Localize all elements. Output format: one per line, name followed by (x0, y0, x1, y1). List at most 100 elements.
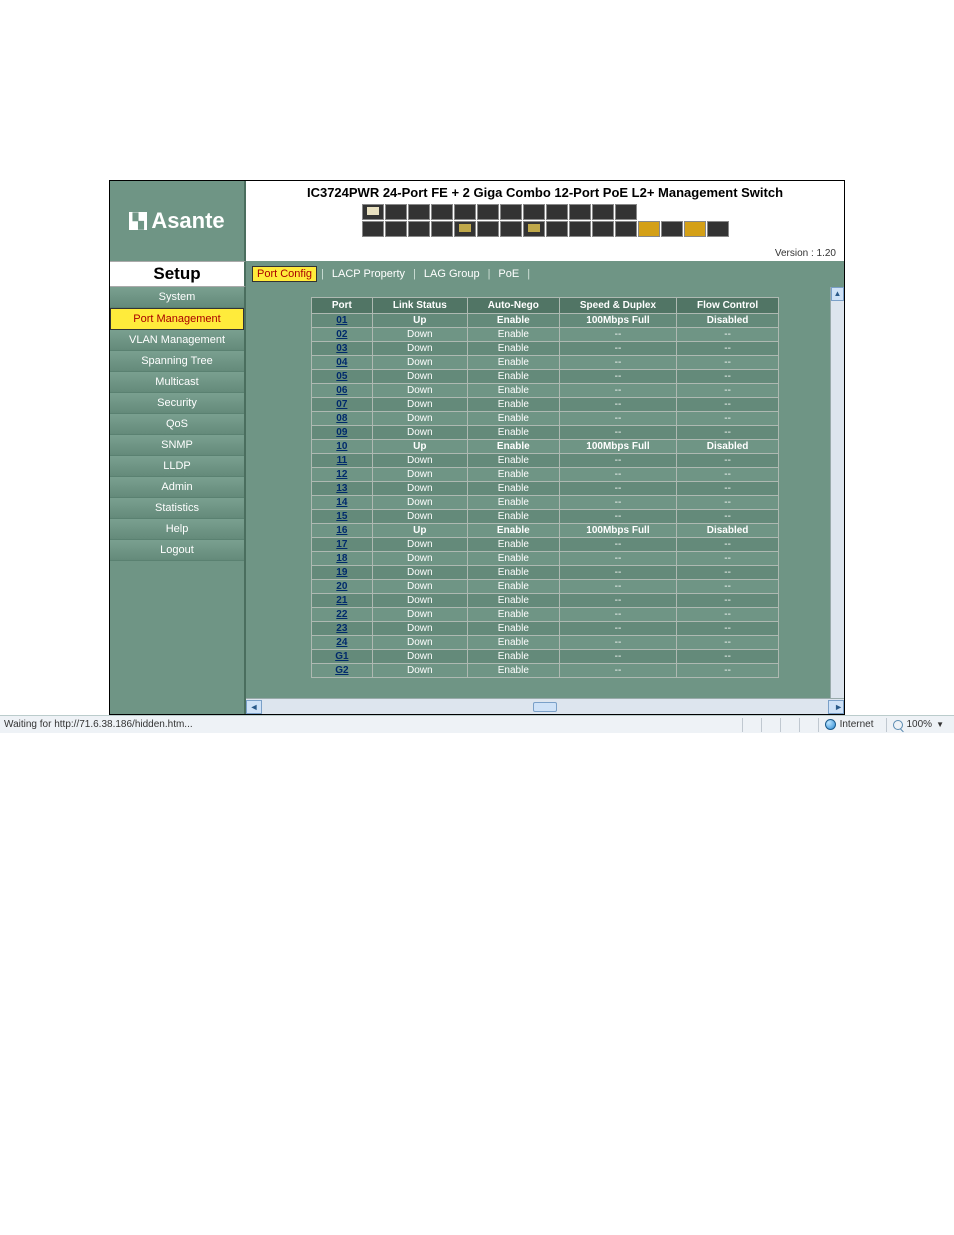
port-diagram-08[interactable] (431, 221, 453, 237)
sidebar-item-port-management[interactable]: Port Management (110, 308, 244, 330)
port-link[interactable]: 23 (311, 622, 372, 636)
port-link[interactable]: 09 (311, 426, 372, 440)
port-link[interactable]: 05 (311, 370, 372, 384)
scroll-left-arrow-icon[interactable] (246, 700, 262, 714)
vertical-scrollbar[interactable]: ▲ ▼ (830, 287, 844, 714)
cell-flow-control: -- (677, 328, 779, 342)
port-diagram-12[interactable] (477, 221, 499, 237)
sidebar-item-admin[interactable]: Admin (110, 477, 244, 498)
scroll-thumb[interactable] (533, 702, 557, 712)
sidebar-item-lldp[interactable]: LLDP (110, 456, 244, 477)
port-diagram-20[interactable] (569, 221, 591, 237)
port-link[interactable]: G1 (311, 650, 372, 664)
sidebar-item-help[interactable]: Help (110, 519, 244, 540)
port-diagram-10[interactable] (454, 221, 476, 237)
setup-heading: Setup (110, 261, 246, 287)
port-diagram-G1-rj[interactable] (661, 221, 683, 237)
tab-poe[interactable]: PoE (494, 267, 523, 281)
cell-speed-duplex: -- (559, 398, 676, 412)
port-diagram-14[interactable] (500, 221, 522, 237)
zoom-control[interactable]: 100% ▼ (886, 718, 951, 732)
cell-speed-duplex: -- (559, 412, 676, 426)
sidebar-item-security[interactable]: Security (110, 393, 244, 414)
port-diagram-06[interactable] (408, 221, 430, 237)
cell-auto-nego: Enable (467, 510, 559, 524)
port-link[interactable]: 11 (311, 454, 372, 468)
port-link[interactable]: 19 (311, 566, 372, 580)
sidebar-item-vlan-management[interactable]: VLAN Management (110, 330, 244, 351)
cell-auto-nego: Enable (467, 314, 559, 328)
cell-flow-control: Disabled (677, 440, 779, 454)
port-diagram-03[interactable] (385, 204, 407, 220)
port-diagram-01[interactable] (362, 204, 384, 220)
cell-speed-duplex: -- (559, 356, 676, 370)
port-link[interactable]: 13 (311, 482, 372, 496)
port-diagram-17[interactable] (546, 204, 568, 220)
cell-speed-duplex: -- (559, 370, 676, 384)
port-diagram-16[interactable] (523, 221, 545, 237)
port-link[interactable]: 22 (311, 608, 372, 622)
port-diagram-22[interactable] (592, 221, 614, 237)
sidebar-item-multicast[interactable]: Multicast (110, 372, 244, 393)
port-link[interactable]: 20 (311, 580, 372, 594)
cell-flow-control: -- (677, 398, 779, 412)
cell-flow-control: -- (677, 636, 779, 650)
cell-link-status: Down (372, 538, 467, 552)
port-diagram-05[interactable] (408, 204, 430, 220)
sidebar-item-snmp[interactable]: SNMP (110, 435, 244, 456)
horizontal-scrollbar[interactable] (246, 698, 844, 714)
scroll-up-arrow-icon[interactable]: ▲ (831, 287, 844, 301)
port-link[interactable]: 03 (311, 342, 372, 356)
tab-lag-group[interactable]: LAG Group (420, 267, 484, 281)
port-diagram-07[interactable] (431, 204, 453, 220)
cell-link-status: Down (372, 622, 467, 636)
port-diagram-G2-rj[interactable] (707, 221, 729, 237)
tab-lacp-property[interactable]: LACP Property (328, 267, 409, 281)
port-link[interactable]: 06 (311, 384, 372, 398)
scroll-right-arrow-icon[interactable] (828, 700, 844, 714)
port-diagram-G2-sfp[interactable] (684, 221, 706, 237)
port-link[interactable]: 18 (311, 552, 372, 566)
port-diagram-15[interactable] (523, 204, 545, 220)
port-diagram-G1-sfp[interactable] (638, 221, 660, 237)
port-link[interactable]: 12 (311, 468, 372, 482)
port-diagram-23[interactable] (615, 204, 637, 220)
port-diagram-19[interactable] (569, 204, 591, 220)
port-link[interactable]: 16 (311, 524, 372, 538)
cell-speed-duplex: -- (559, 454, 676, 468)
port-diagram-24[interactable] (615, 221, 637, 237)
table-row: 01UpEnable100Mbps FullDisabled (311, 314, 778, 328)
port-diagram-02[interactable] (362, 221, 384, 237)
table-row: 16UpEnable100Mbps FullDisabled (311, 524, 778, 538)
port-link[interactable]: 24 (311, 636, 372, 650)
port-diagram-04[interactable] (385, 221, 407, 237)
sidebar-item-system[interactable]: System (110, 287, 244, 308)
port-link[interactable]: 01 (311, 314, 372, 328)
port-link[interactable]: 10 (311, 440, 372, 454)
content-pane: ▲ ▼ PortLink StatusAuto-NegoSpeed & Dupl… (246, 287, 844, 714)
port-link[interactable]: 07 (311, 398, 372, 412)
port-diagram-21[interactable] (592, 204, 614, 220)
zoom-icon (893, 720, 903, 730)
port-link[interactable]: 02 (311, 328, 372, 342)
port-diagram-09[interactable] (454, 204, 476, 220)
port-link[interactable]: 15 (311, 510, 372, 524)
port-link[interactable]: 14 (311, 496, 372, 510)
port-link[interactable]: 04 (311, 356, 372, 370)
cell-speed-duplex: -- (559, 342, 676, 356)
port-diagram-11[interactable] (477, 204, 499, 220)
sidebar-item-spanning-tree[interactable]: Spanning Tree (110, 351, 244, 372)
sidebar-item-statistics[interactable]: Statistics (110, 498, 244, 519)
cell-speed-duplex: -- (559, 664, 676, 678)
port-link[interactable]: 08 (311, 412, 372, 426)
sidebar-item-qos[interactable]: QoS (110, 414, 244, 435)
chevron-down-icon[interactable]: ▼ (936, 720, 944, 729)
sidebar-item-logout[interactable]: Logout (110, 540, 244, 561)
cell-flow-control: -- (677, 566, 779, 580)
port-link[interactable]: 17 (311, 538, 372, 552)
port-diagram-13[interactable] (500, 204, 522, 220)
port-diagram-18[interactable] (546, 221, 568, 237)
port-link[interactable]: G2 (311, 664, 372, 678)
port-link[interactable]: 21 (311, 594, 372, 608)
tab-port-config[interactable]: Port Config (252, 266, 317, 282)
